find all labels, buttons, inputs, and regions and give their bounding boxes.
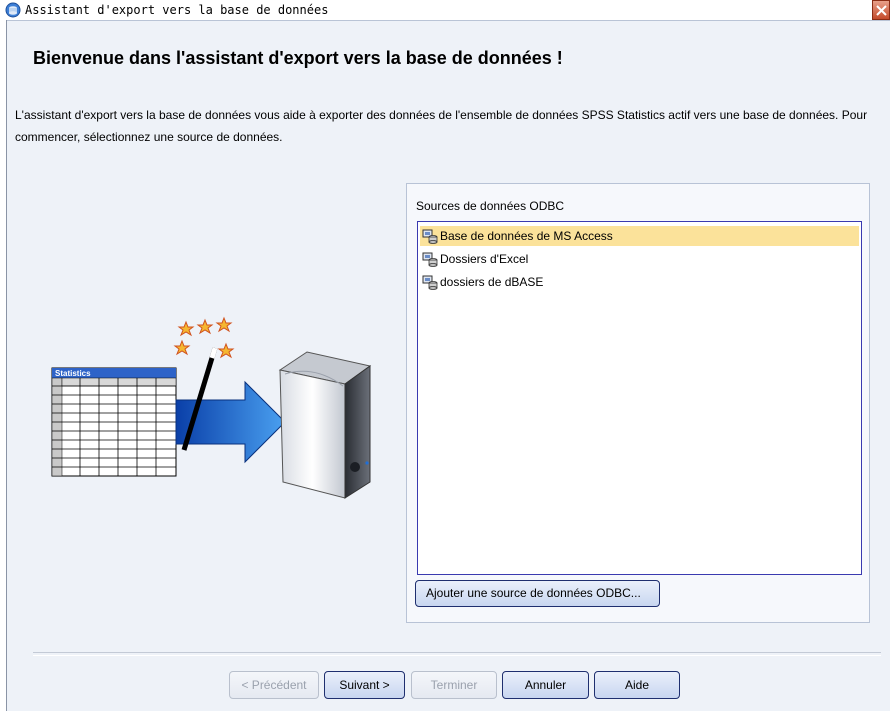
add-odbc-datasource-button[interactable]: Ajouter une source de données ODBC... — [415, 580, 660, 607]
odbc-datasource-icon — [422, 229, 438, 244]
help-button[interactable]: Aide — [594, 671, 680, 699]
spreadsheet-icon: Statistics — [51, 367, 177, 477]
list-item-dbase[interactable]: dossiers de dBASE — [420, 272, 859, 292]
window-title: Assistant d'export vers la base de donné… — [25, 3, 329, 17]
list-item-label: Base de données de MS Access — [440, 229, 613, 243]
list-item-ms-access[interactable]: Base de données de MS Access — [420, 226, 859, 246]
list-item-label: Dossiers d'Excel — [440, 252, 529, 266]
odbc-datasource-icon — [422, 275, 438, 290]
list-item-excel[interactable]: Dossiers d'Excel — [420, 249, 859, 269]
export-wizard-window: Assistant d'export vers la base de donné… — [0, 0, 890, 711]
export-illustration: Statistics — [51, 316, 372, 499]
finish-button[interactable]: Terminer — [411, 671, 497, 699]
list-item-label: dossiers de dBASE — [440, 275, 544, 289]
odbc-datasource-icon — [422, 252, 438, 267]
page-title: Bienvenue dans l'assistant d'export vers… — [33, 48, 563, 68]
cancel-button[interactable]: Annuler — [502, 671, 589, 699]
title-bar: Assistant d'export vers la base de donné… — [0, 0, 890, 21]
close-icon — [876, 5, 887, 16]
window-border — [0, 20, 7, 711]
spreadsheet-title: Statistics — [55, 369, 91, 378]
close-button[interactable] — [872, 0, 890, 20]
previous-button[interactable]: < Précédent — [229, 671, 319, 699]
footer-separator — [33, 652, 881, 656]
datasources-label: Sources de données ODBC — [416, 199, 565, 213]
description-text: L'assistant d'export vers la base de don… — [15, 108, 868, 144]
database-export-icon — [5, 2, 21, 18]
server-icon — [278, 351, 372, 499]
next-button[interactable]: Suivant > — [324, 671, 405, 699]
datasources-list[interactable]: Base de données de MS Access Dossiers d'… — [417, 221, 862, 575]
